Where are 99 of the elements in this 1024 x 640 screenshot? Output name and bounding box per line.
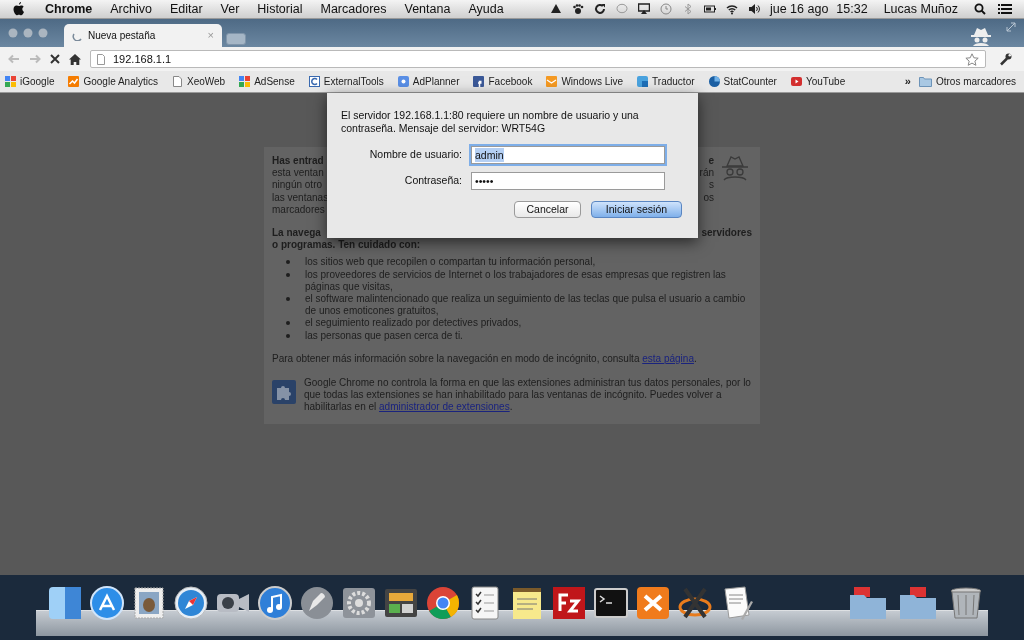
browser-tab[interactable]: Nueva pestaña × bbox=[64, 24, 222, 47]
field-value: admin bbox=[475, 148, 504, 162]
wifi-icon[interactable] bbox=[725, 3, 738, 15]
text-fragment: Has entrad bbox=[272, 155, 324, 168]
dialog-message: El servidor 192.168.1.1:80 requiere un nombre de usuario y una contraseña. Mensaje del servidor: WRT54G bbox=[341, 109, 640, 135]
puzzle-piece-icon bbox=[272, 379, 296, 404]
bookmark-link[interactable]: Google Analytics bbox=[83, 74, 158, 89]
menu-item[interactable]: Ayuda bbox=[468, 0, 504, 19]
play-icon[interactable] bbox=[790, 76, 802, 87]
bookmarks-overflow-button[interactable]: » bbox=[904, 73, 911, 90]
search-icon[interactable] bbox=[974, 3, 986, 15]
text-fragment: e bbox=[708, 155, 714, 168]
bookmark-link[interactable]: AdSense bbox=[254, 74, 295, 89]
folder-icon[interactable] bbox=[848, 585, 888, 621]
menu-date[interactable]: jue 16 ago bbox=[769, 0, 829, 19]
address-bar[interactable]: 192.168.1.1 bbox=[90, 50, 986, 68]
menu-clock[interactable]: 15:32 bbox=[836, 0, 868, 19]
bullet-icon bbox=[286, 260, 290, 265]
field-label: Nombre de usuario: bbox=[368, 147, 463, 163]
text-fragment: marcadores bbox=[272, 203, 325, 216]
drive-icon[interactable] bbox=[549, 3, 562, 15]
tiles-icon[interactable] bbox=[5, 76, 16, 87]
terminal-icon[interactable] bbox=[593, 585, 629, 621]
input-field[interactable]: ••••• bbox=[471, 172, 665, 190]
user-name[interactable]: Lucas Muñoz bbox=[883, 0, 958, 19]
home-icon[interactable] bbox=[69, 53, 81, 65]
app-store-icon[interactable] bbox=[89, 585, 125, 621]
menu-item[interactable]: Marcadores bbox=[320, 0, 387, 19]
bookmark-link[interactable]: Windows Live bbox=[561, 74, 624, 89]
cancel-button[interactable]: Cancelar bbox=[514, 201, 581, 218]
menu-item[interactable]: Editar bbox=[169, 0, 203, 19]
apple-icon[interactable] bbox=[12, 2, 25, 16]
bookmark-link[interactable]: Traductor bbox=[652, 74, 695, 89]
page-icon bbox=[97, 53, 105, 65]
menu-item[interactable]: Historial bbox=[257, 0, 303, 19]
paw-icon[interactable] bbox=[571, 3, 584, 15]
app-menu[interactable]: Chrome bbox=[45, 0, 93, 19]
tab-title: Nueva pestaña bbox=[88, 29, 157, 43]
ftp-client-icon[interactable] bbox=[551, 585, 587, 621]
warning-text: o programas. Ten cuidado con: bbox=[272, 239, 422, 252]
facebook-f-icon[interactable] bbox=[473, 76, 485, 87]
bookmark-link[interactable]: AdPlanner bbox=[412, 74, 460, 89]
sync-icon[interactable] bbox=[593, 3, 606, 15]
browser-logo-icon[interactable] bbox=[425, 585, 461, 621]
incognito-icon bbox=[720, 155, 750, 181]
music-note-icon[interactable] bbox=[257, 585, 293, 621]
field-value: ••••• bbox=[475, 174, 494, 188]
bullet-icon bbox=[286, 333, 290, 338]
bookmark-link[interactable]: iGoogle bbox=[20, 74, 55, 89]
menu-item[interactable]: Ventana bbox=[404, 0, 451, 19]
list-item-text: las personas que pasen cerca de ti. bbox=[305, 329, 463, 342]
menu-item[interactable]: Ver bbox=[220, 0, 240, 19]
text-fragment: rán bbox=[699, 167, 714, 180]
gear-icon[interactable] bbox=[341, 585, 377, 621]
translate-icon[interactable] bbox=[637, 76, 649, 87]
bullet-icon bbox=[286, 272, 290, 277]
folder-icon[interactable] bbox=[898, 585, 938, 621]
x-logo-icon[interactable] bbox=[677, 585, 713, 621]
list-icon[interactable] bbox=[998, 3, 1012, 15]
text-fragment: os bbox=[703, 191, 714, 204]
speaker-icon[interactable] bbox=[747, 3, 760, 15]
url-text: 192.168.1.1 bbox=[113, 51, 173, 67]
battery-icon[interactable] bbox=[703, 3, 716, 15]
sign-in-button[interactable]: Iniciar sesión bbox=[591, 201, 682, 218]
star-icon[interactable] bbox=[965, 52, 979, 66]
list-item-text: los sitios web que recopilen o compartan tu información personal, bbox=[305, 256, 596, 269]
letter-c-icon[interactable] bbox=[308, 76, 320, 87]
text-fragment: ningún otro bbox=[272, 179, 323, 192]
bookmark-link[interactable]: ExternalTools bbox=[323, 74, 384, 89]
input-field[interactable]: admin bbox=[471, 146, 665, 164]
text-fragment: s bbox=[709, 179, 714, 192]
list-item-text: el seguimiento realizado por detectives privados, bbox=[305, 317, 522, 330]
tiles-icon[interactable] bbox=[239, 76, 251, 87]
compass-icon[interactable] bbox=[173, 585, 209, 621]
field-label: Contraseña: bbox=[403, 173, 463, 189]
bookmark-link[interactable]: StatCounter bbox=[723, 74, 777, 89]
stamp-icon[interactable] bbox=[131, 585, 167, 621]
pie-icon[interactable] bbox=[708, 76, 720, 87]
info-paragraph: Para obtener más información sobre la navegación en modo de incógnito, consulta esta página. bbox=[272, 352, 698, 365]
fullscreen-icon[interactable] bbox=[1006, 22, 1016, 32]
extensions-paragraph: Google Chrome no controla la forma en que las extensiones administran tus datos personales, por lo que todas las extensiones se han inhabilitado para las ventanas de incógnito. Puedes volver a habilitarlas en el administrador de extensiones. bbox=[304, 376, 752, 414]
bookmark-link[interactable]: Facebook bbox=[488, 74, 533, 89]
finder-icon[interactable] bbox=[47, 585, 83, 621]
bullet-icon bbox=[286, 321, 290, 326]
text-fragment: servidores bbox=[701, 226, 752, 240]
bullet-icon bbox=[286, 296, 290, 301]
page-icon[interactable] bbox=[171, 76, 183, 87]
text-fragment: las ventanas bbox=[272, 191, 329, 204]
bookmark-link[interactable]: XeoWeb bbox=[186, 74, 226, 89]
chart-icon[interactable] bbox=[68, 76, 80, 87]
wrench-icon[interactable] bbox=[999, 52, 1012, 66]
menu-item[interactable]: Archivo bbox=[110, 0, 152, 19]
stop-icon[interactable] bbox=[50, 54, 60, 64]
other-bookmarks-folder[interactable]: Otros marcadores bbox=[935, 74, 1016, 89]
text-fragment: La navega bbox=[272, 226, 321, 240]
text-fragment: esta ventan bbox=[272, 167, 324, 180]
airplay-icon[interactable] bbox=[637, 3, 650, 15]
trash-icon[interactable] bbox=[948, 585, 984, 621]
bookmark-link[interactable]: YouTube bbox=[805, 74, 846, 89]
